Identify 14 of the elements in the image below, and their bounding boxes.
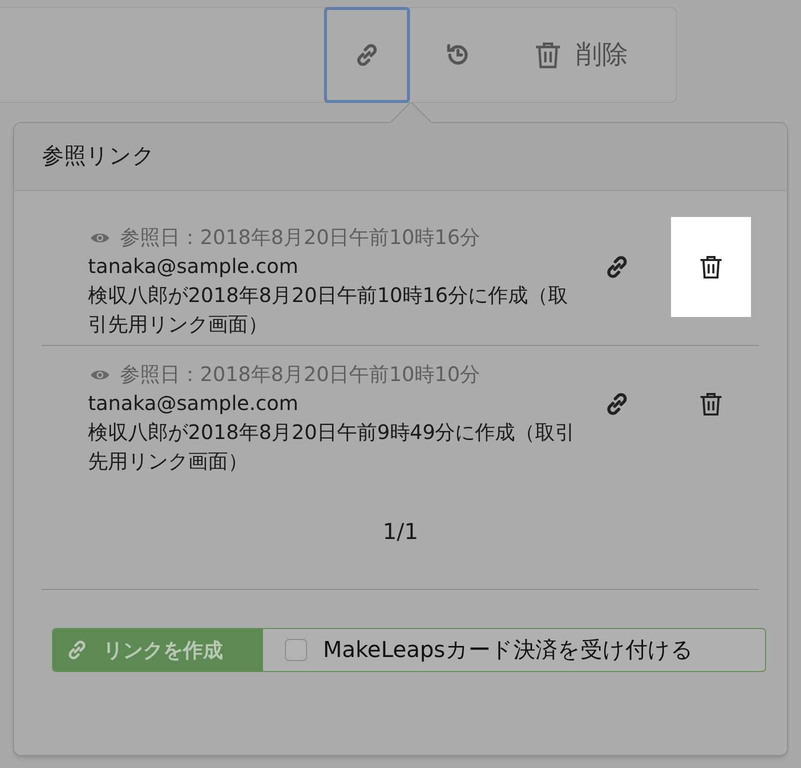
email: tanaka@sample.com: [88, 253, 300, 280]
create-link-button[interactable]: リンクを作成: [53, 629, 263, 671]
delete-link-button[interactable]: [671, 217, 751, 317]
pagination: 1/1: [382, 519, 418, 547]
viewed-date: 参照日：2018年8月20日午前10時16分: [120, 224, 480, 251]
card-payment-checkbox[interactable]: MakeLeapsカード決済を受け付ける: [263, 629, 765, 671]
email: tanaka@sample.com: [88, 390, 300, 417]
checkbox[interactable]: [285, 639, 307, 661]
link-description: 検収八郎が2018年8月20日午前9時49分に作成（取引先用リンク画面）: [88, 419, 576, 475]
viewed-date: 参照日：2018年8月20日午前10時10分: [120, 361, 480, 388]
link-button[interactable]: [324, 7, 410, 103]
link-description: 検収八郎が2018年8月20日午前10時16分に作成（取引先用リンク画面）: [88, 282, 569, 338]
popover-title: 参照リンク: [42, 143, 155, 171]
delete-button[interactable]: 削除: [506, 7, 654, 103]
